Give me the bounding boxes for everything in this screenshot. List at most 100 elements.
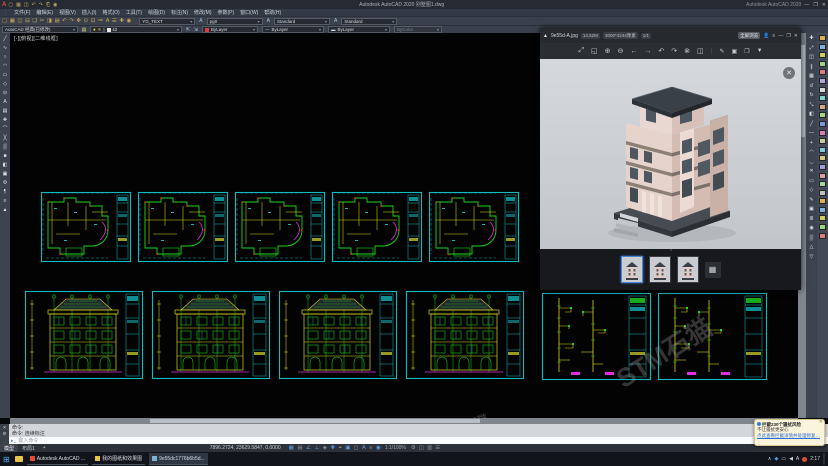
modify-tool-icon[interactable]: ◠ [809,148,813,158]
tray-icon[interactable]: ◆ [774,456,778,462]
draw-tool-icon[interactable]: ╳ [3,134,6,143]
property-tool-icon[interactable] [819,104,826,110]
menu-item[interactable]: 文件(F) [11,9,33,16]
thumbstrip-handle-icon[interactable]: ⌃ [663,250,679,255]
status-toggle-icon[interactable]: ◻ [354,445,359,451]
draw-tool-icon[interactable]: Φ [3,179,7,188]
draw-tool-icon[interactable]: ▭ [3,71,8,80]
property-tool-icon[interactable] [819,147,826,153]
menu-item[interactable]: 视图(V) [56,9,79,16]
draw-tool-icon[interactable]: ▣ [3,170,8,179]
modify-tool-icon[interactable]: ▒ [810,234,814,244]
toolbar-icon[interactable]: ▦ [10,18,15,24]
dim-style-dropdown[interactable]: pg0▾ [207,18,263,25]
make-layer-current-icon[interactable]: ⇱ [184,26,192,33]
viewer-tool-icon[interactable]: ⊗ [684,47,690,55]
command-input[interactable]: ▸_ 键入命令 [9,437,828,444]
viewer-close-button[interactable]: ✕ [794,33,798,39]
status-toggle-icon[interactable]: ✚ [331,445,336,451]
viewer-tool-icon[interactable]: ▣ [732,48,738,55]
draw-tool-icon[interactable]: ╱ [3,35,6,44]
property-tool-icon[interactable] [819,69,826,75]
property-tool-icon[interactable] [819,35,826,41]
minimize-button[interactable]: — [804,2,809,8]
property-tool-icon[interactable] [819,233,826,239]
status-toggle-icon[interactable]: ⊥ [314,445,319,451]
tray-icon[interactable]: A [796,456,799,462]
property-tool-icon[interactable] [819,224,826,230]
modify-tool-icon[interactable]: ◫ [809,53,814,63]
property-tool-icon[interactable] [819,44,826,50]
viewer-tool-icon[interactable]: ◱ [591,47,598,55]
floor-plan-sheet[interactable] [428,188,520,271]
mleader-style-dropdown[interactable]: Standard▾ [341,18,397,25]
command-history[interactable]: 命令: 命令: 连续标注 [9,424,828,437]
property-tool-icon[interactable] [819,155,826,161]
tab-model[interactable]: 模型 [0,444,18,452]
section-sheet[interactable] [541,292,652,386]
modify-tool-icon[interactable]: ✚ [809,34,813,44]
menu-item[interactable]: 工具(T) [123,9,145,16]
draw-tool-icon[interactable]: ≡ [4,197,7,206]
toolbar-icon[interactable]: ◫ [17,18,22,24]
tray-icon[interactable]: ∧ [768,456,772,462]
modify-tool-icon[interactable]: ↻ [809,91,813,101]
viewer-maximize-button[interactable]: ❐ [786,33,790,39]
viewer-minimize-button[interactable]: — [778,33,783,39]
viewer-tool-icon[interactable]: ⊕ [605,47,611,55]
taskbar-task[interactable]: 我的图纸和效果图 [92,453,145,465]
modify-tool-icon[interactable]: ▦ [809,72,814,82]
text-style-dropdown[interactable]: YG_TEXT▾ [139,18,195,25]
draw-tool-icon[interactable]: ∿ [3,44,7,53]
tab-layout1[interactable]: 布局1 [18,444,39,452]
fullscreen-button[interactable]: 全屏浏览 [738,32,760,39]
taskbar-task[interactable]: Autodesk AutoCAD ... [27,453,88,465]
style-tool-icon[interactable]: A [334,18,337,24]
draw-tool-icon[interactable]: ¶ [4,188,7,197]
toolbar-icon[interactable]: ⊙ [84,18,89,24]
modify-tool-icon[interactable]: ▽ [810,253,814,263]
style-tool-icon[interactable]: A [199,18,202,24]
status-toggle-icon[interactable]: ▣ [345,445,350,451]
modify-tool-icon[interactable]: ∥ [810,63,813,73]
status-tool-icon[interactable]: ⚙ [411,445,416,451]
viewer-tool-icon[interactable]: ↶ [658,47,664,55]
taskbar-clock[interactable]: 2:17 [810,456,820,462]
linetype-dropdown[interactable]: — ByLayer ▾ [262,26,324,33]
floor-plan-sheet[interactable] [234,188,326,271]
tray-notification[interactable]: 拦截230个骚扰风险 不让骚扰更安心 点此查看拦截详情并处理修复… ✕ [754,419,825,446]
menu-item[interactable]: 插入(I) [79,9,100,16]
viewer-photo-close-icon[interactable]: ✕ [783,67,795,79]
notification-close-icon[interactable]: ✕ [819,420,823,426]
viewer-tool-icon[interactable]: ◫ [697,47,704,55]
draw-tool-icon[interactable]: ⌒ [2,125,7,134]
modify-tool-icon[interactable]: ⤢ [809,44,813,54]
toolbar-icon[interactable]: ▢ [2,18,7,24]
property-tool-icon[interactable] [819,95,826,101]
toolbar-icon[interactable]: ⊡ [91,18,96,24]
layer-properties-icon[interactable]: ▤ [80,26,88,33]
property-tool-icon[interactable] [819,164,826,170]
elevation-sheet[interactable] [151,290,271,385]
modify-tool-icon[interactable]: ✕ [809,167,813,177]
draw-tool-icon[interactable]: ◇ [3,80,7,89]
table-style-dropdown[interactable]: Standard▾ [274,18,330,25]
restore-button[interactable]: ❐ [813,2,817,8]
notification-link[interactable]: 点此查看拦截详情并处理修复… [757,433,822,439]
draw-tool-icon[interactable]: ■ [3,152,6,161]
lineweight-dropdown[interactable]: ▬ ByLayer ▾ [328,26,390,33]
autocad-logo-icon[interactable]: A [2,2,6,8]
menu-item[interactable]: 标注(N) [168,9,191,16]
property-tool-icon[interactable] [819,190,826,196]
toolbar-icon[interactable]: A [106,18,110,24]
show-desktop-button[interactable] [823,453,825,465]
toolbar-icon[interactable]: ◨ [47,18,52,24]
property-tool-icon[interactable] [819,130,826,136]
modify-tool-icon[interactable]: ≣ [809,215,813,225]
status-toggle-icon[interactable]: ∠ [306,445,311,451]
elevation-sheet[interactable] [24,290,144,385]
modify-tool-icon[interactable]: ⤡ [809,101,813,111]
property-tool-icon[interactable] [819,121,826,127]
property-tool-icon[interactable] [819,52,826,58]
viewer-tool-icon[interactable]: ❐ [744,48,749,55]
